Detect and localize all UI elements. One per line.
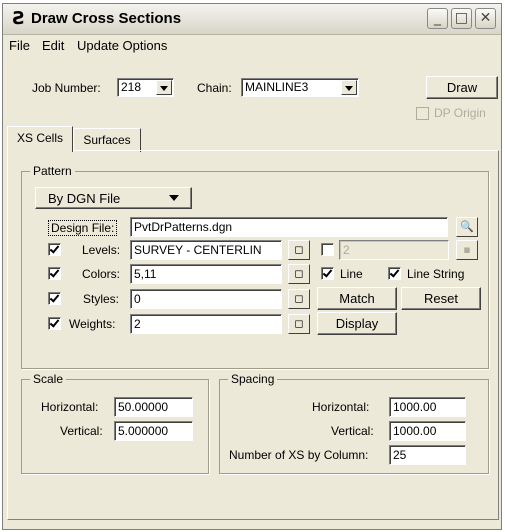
line-label: Line [340, 267, 363, 281]
browse-button[interactable]: 🔍 [456, 217, 478, 237]
pick-icon: ◻ [294, 317, 304, 330]
scale-horizontal-field[interactable]: 50.00000 [114, 397, 193, 417]
pattern-group-title: Pattern [30, 164, 75, 178]
dp-origin-label: DP Origin [434, 106, 486, 120]
pick-icon: ◻ [294, 267, 304, 280]
maximize-button[interactable]: □ [451, 8, 472, 29]
window-title: Draw Cross Sections [31, 10, 182, 27]
spacing-vertical-field[interactable]: 1000.00 [389, 421, 466, 441]
scale-vertical-label: Vertical: [60, 424, 103, 438]
pick-icon: ◻ [294, 292, 304, 305]
styles-checkbox[interactable] [48, 292, 61, 305]
minimize-button[interactable]: _ [427, 8, 448, 29]
reset-button[interactable]: Reset [401, 287, 481, 310]
colors-label: Colors: [82, 267, 121, 281]
chain-value: MAINLINE3 [245, 80, 309, 94]
chain-combo[interactable]: MAINLINE3 [241, 78, 359, 97]
job-number-value: 218 [121, 80, 142, 94]
levels-extra-checkbox[interactable] [321, 243, 334, 256]
spacing-group-title: Spacing [228, 372, 278, 386]
scale-group-title: Scale [30, 372, 67, 386]
weights-field[interactable]: 2 [130, 314, 282, 334]
menu-file[interactable]: File [9, 38, 30, 53]
chevron-down-icon [169, 195, 179, 201]
match-button[interactable]: Match [317, 287, 397, 310]
line-string-checkbox[interactable] [388, 267, 401, 280]
weights-pick-button[interactable]: ◻ [288, 314, 310, 334]
menu-edit[interactable]: Edit [42, 38, 64, 53]
job-number-combo[interactable]: 218 [117, 78, 174, 97]
design-file-field[interactable]: PvtDrPatterns.dgn [130, 217, 448, 237]
bentley-b-icon: Ƨ [12, 8, 26, 29]
styles-pick-button[interactable]: ◻ [288, 289, 310, 309]
menu-bar: File Edit Update Options [3, 35, 501, 55]
spacing-horizontal-field[interactable]: 1000.00 [389, 397, 466, 417]
spacing-horizontal-label: Horizontal: [312, 400, 370, 414]
minimize-icon: _ [434, 10, 441, 26]
levels-field[interactable]: SURVEY - CENTERLIN [130, 240, 282, 260]
job-number-label: Job Number: [32, 81, 101, 95]
pattern-mode-dropdown[interactable]: By DGN File [35, 187, 192, 209]
draw-button[interactable]: Draw [426, 76, 498, 99]
colors-pick-button[interactable]: ◻ [288, 264, 310, 284]
styles-field[interactable]: 0 [130, 289, 282, 309]
levels-extra-button[interactable]: ▪ [456, 240, 478, 260]
line-string-label: Line String [407, 267, 465, 281]
line-checkbox[interactable] [321, 267, 334, 280]
number-of-xs-label: Number of XS by Column: [229, 448, 369, 462]
chevron-down-icon[interactable] [156, 80, 172, 95]
colors-checkbox[interactable] [48, 267, 61, 280]
levels-extra-field[interactable]: 2 [339, 240, 449, 260]
tab-surfaces[interactable]: Surfaces [73, 128, 141, 152]
close-icon: ✕ [479, 10, 492, 26]
draw-cross-sections-window: Ƨ Draw Cross Sections _ □ ✕ File Edit Up… [2, 3, 502, 530]
weights-label: Weights: [69, 317, 116, 331]
menu-update-options[interactable]: Update Options [77, 38, 167, 53]
number-of-xs-field[interactable]: 25 [389, 445, 466, 465]
scale-horizontal-label: Horizontal: [41, 400, 99, 414]
title-bar[interactable]: Ƨ Draw Cross Sections _ □ ✕ [3, 4, 501, 35]
pick-icon: ◻ [294, 243, 304, 256]
tab-xs-cells[interactable]: XS Cells [7, 126, 73, 152]
levels-pick-button[interactable]: ◻ [288, 240, 310, 260]
search-icon: 🔍 [460, 220, 474, 233]
spacing-vertical-label: Vertical: [331, 424, 374, 438]
maximize-icon: □ [454, 10, 469, 26]
weights-checkbox[interactable] [48, 317, 61, 330]
close-button[interactable]: ✕ [475, 8, 496, 29]
levels-checkbox[interactable] [48, 243, 61, 256]
display-button[interactable]: Display [317, 312, 397, 335]
chevron-down-icon[interactable] [341, 80, 357, 95]
pattern-mode-value: By DGN File [48, 191, 121, 206]
levels-label: Levels: [82, 243, 121, 257]
chain-label: Chain: [197, 81, 232, 95]
dp-origin-checkbox[interactable] [416, 107, 429, 120]
styles-label: Styles: [83, 292, 120, 306]
colors-field[interactable]: 5,11 [130, 264, 282, 284]
pick-icon: ▪ [463, 243, 471, 256]
design-file-button[interactable]: Design File: [48, 220, 118, 236]
scale-vertical-field[interactable]: 5.000000 [114, 421, 193, 441]
